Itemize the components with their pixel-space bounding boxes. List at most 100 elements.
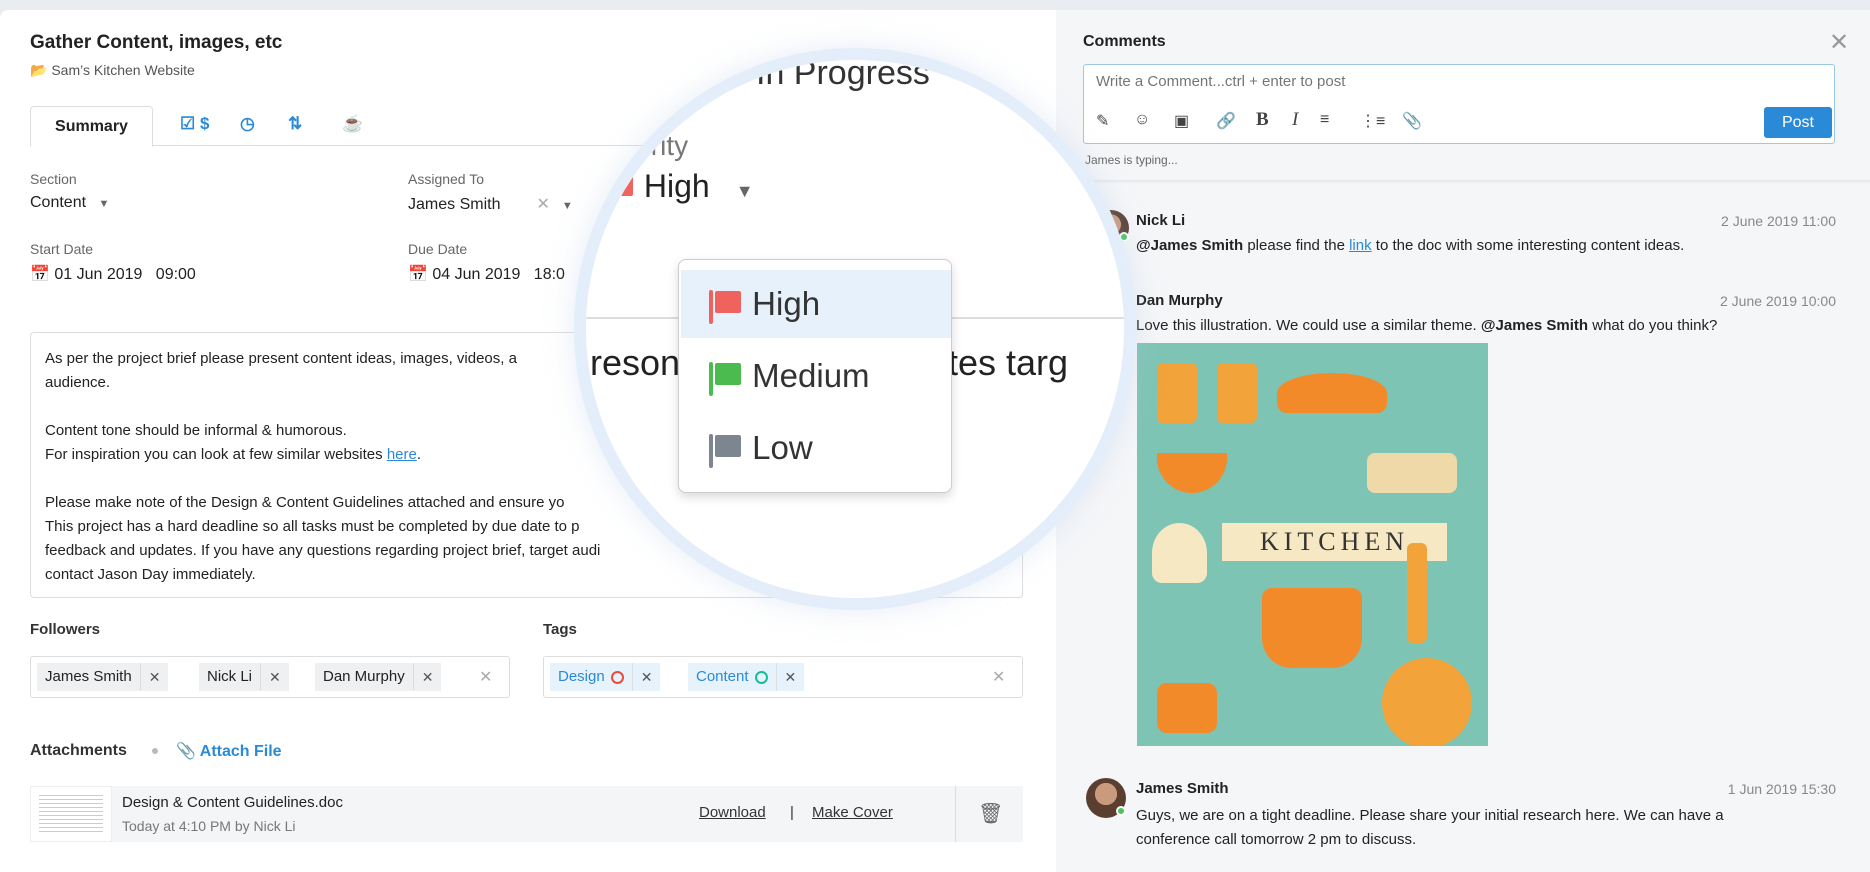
status-value[interactable]: In Progress [756, 60, 930, 93]
priority-value: High [643, 168, 710, 204]
typing-user: James [1085, 153, 1121, 167]
ordered-list-icon[interactable]: ≡ [1320, 111, 1329, 129]
comment-text: @James Smith please find the link to the… [1136, 234, 1684, 258]
flag-icon [601, 172, 635, 207]
start-date-field[interactable]: 📅 01 Jun 2019 09:00 [30, 264, 196, 284]
attachment-row: Design & Content Guidelines.doc Today at… [30, 786, 1023, 842]
editor-toolbar: ✎ ☺ ▣ 🔗 B I ≡ ⋮≡ 📎 [1096, 109, 1496, 133]
priority-option-high[interactable]: High [681, 270, 951, 338]
follower-chip: Dan Murphy ✕ [315, 663, 442, 691]
assigned-value: James Smith [408, 196, 501, 213]
edit-icon[interactable]: ✎ [1096, 111, 1109, 131]
due-date-field[interactable]: 📅 04 Jun 2019 18:0 [408, 264, 565, 284]
comment-text: Love this illustration. We could use a s… [1136, 314, 1717, 338]
here-link[interactable]: here [387, 446, 417, 463]
folder-icon: 📂 [30, 62, 48, 78]
kitchen-illustration[interactable]: KITCHEN [1137, 343, 1488, 746]
online-status-icon [1116, 806, 1126, 816]
caret-down-icon: ▼ [98, 198, 110, 210]
comment-editor[interactable]: ✎ ☺ ▣ 🔗 B I ≡ ⋮≡ 📎 Post [1083, 64, 1835, 144]
project-breadcrumb[interactable]: 📂 Sam’s Kitchen Website [30, 62, 195, 79]
bowl-shape [1157, 453, 1227, 493]
clear-icon[interactable]: ✕ [536, 196, 549, 213]
close-icon[interactable]: ✕ [1829, 28, 1849, 57]
jar-shape [1217, 363, 1257, 423]
tag-name: Content [696, 668, 749, 685]
divider [1056, 180, 1870, 184]
board-shape [1367, 453, 1457, 493]
clock-icon[interactable]: ◷ [240, 114, 255, 134]
coffee-icon[interactable]: ☕ [342, 114, 363, 134]
bullet-list-icon[interactable]: ⋮≡ [1360, 111, 1385, 131]
priority-option-low[interactable]: Low [681, 414, 951, 482]
post-button[interactable]: Post [1764, 107, 1832, 138]
image-icon[interactable]: ▣ [1174, 111, 1189, 131]
dot-separator [152, 748, 158, 754]
tags-input[interactable]: Design ✕ Content ✕ ✕ [543, 656, 1023, 698]
avatar-james-smith[interactable] [1086, 778, 1126, 818]
file-name[interactable]: Design & Content Guidelines.doc [122, 794, 343, 811]
calendar-icon: 📅 [30, 266, 50, 283]
start-date-label: Start Date [30, 241, 94, 257]
clear-all-icon[interactable]: ✕ [992, 667, 1005, 687]
comment-author: James Smith [1136, 780, 1229, 797]
link-icon[interactable]: 🔗 [1216, 111, 1236, 131]
checklist-icon[interactable]: ☑ [180, 114, 195, 134]
link-separator: | [790, 804, 794, 821]
file-thumbnail[interactable] [30, 786, 112, 842]
emoji-icon[interactable]: ☺ [1134, 111, 1150, 129]
remove-icon[interactable]: ✕ [139, 663, 160, 691]
task-title: Gather Content, images, etc [30, 32, 283, 53]
typing-text: is typing... [1120, 153, 1178, 167]
desc-text: . [416, 446, 422, 463]
caret-down-icon: ▼ [561, 200, 573, 212]
assigned-select[interactable]: James Smith ✕ ▼ [408, 194, 573, 214]
mention[interactable]: @James Smith [1136, 237, 1243, 254]
magnifier-lens: In Progress Priority High ▼ resona tes ta… [574, 48, 1136, 610]
remove-icon[interactable]: ✕ [631, 663, 652, 691]
comment-input[interactable] [1096, 73, 1796, 90]
background-text: tes targ [948, 342, 1069, 383]
bold-icon[interactable]: B [1256, 109, 1269, 131]
start-date-value: 01 Jun 2019 09:00 [54, 266, 196, 283]
typing-indicator: James is typing... [1085, 153, 1178, 167]
due-date-label: Due Date [408, 241, 468, 257]
comments-panel: Comments ✕ ✎ ☺ ▣ 🔗 B I ≡ ⋮≡ 📎 Post James… [1056, 10, 1870, 872]
priority-select[interactable]: High ▼ [601, 168, 754, 207]
comment-time: 2 June 2019 10:00 [1720, 293, 1836, 309]
flag-icon [709, 434, 743, 469]
text: Guys, we are on a tight deadline. Please… [1136, 807, 1724, 824]
priority-option-medium[interactable]: Medium [681, 342, 951, 410]
repeat-icon[interactable]: ⇅ [288, 114, 302, 134]
follower-chip: James Smith ✕ [37, 663, 169, 691]
comment-author: Nick Li [1136, 212, 1186, 229]
download-link[interactable]: Download [699, 804, 766, 821]
attach-file-button[interactable]: 📎 Attach File [176, 741, 282, 761]
text: conference call tomorrow 2 pm to discuss… [1136, 831, 1417, 848]
tag-chip-design: Design ✕ [550, 663, 661, 691]
attachments-label: Attachments [30, 742, 127, 759]
follower-name: Nick Li [207, 668, 253, 685]
dollar-icon[interactable]: $ [200, 114, 209, 134]
plate-shape [1382, 658, 1472, 746]
remove-icon[interactable]: ✕ [412, 663, 433, 691]
make-cover-link[interactable]: Make Cover [812, 804, 893, 821]
comments-title: Comments [1083, 33, 1166, 50]
italic-icon[interactable]: I [1292, 109, 1298, 131]
comment-link[interactable]: link [1349, 237, 1372, 254]
remove-icon[interactable]: ✕ [775, 663, 796, 691]
mention[interactable]: @James Smith [1481, 317, 1588, 334]
option-label: High [752, 285, 821, 322]
trash-icon[interactable]: 🗑 [978, 801, 1003, 826]
kettle-shape [1152, 523, 1207, 583]
tab-summary[interactable]: Summary [30, 106, 153, 147]
due-date-value: 04 Jun 2019 18:0 [432, 266, 565, 283]
section-select[interactable]: Content ▼ [30, 194, 109, 212]
remove-icon[interactable]: ✕ [260, 663, 281, 691]
assigned-label: Assigned To [408, 171, 485, 187]
jar-shape [1157, 363, 1197, 423]
clear-all-icon[interactable]: ✕ [479, 667, 492, 687]
followers-input[interactable]: James Smith ✕ Nick Li ✕ Dan Murphy ✕ ✕ [30, 656, 510, 698]
follower-chip: Nick Li ✕ [199, 663, 289, 691]
attachment-icon[interactable]: 📎 [1402, 111, 1422, 131]
